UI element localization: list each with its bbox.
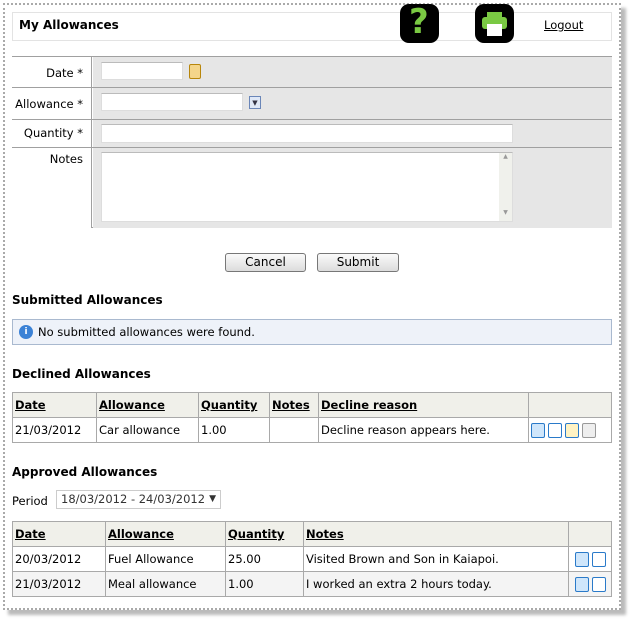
- cell-date: 20/03/2012: [12, 546, 106, 572]
- col-allowance[interactable]: Allowance: [96, 392, 199, 418]
- copy-icon[interactable]: [548, 422, 562, 438]
- info-message-box: i No submitted allowances were found.: [12, 319, 612, 345]
- cell-actions: [568, 546, 612, 572]
- approved-table: Date Allowance Quantity Notes 20/03/2012…: [12, 521, 612, 597]
- cell-actions: [568, 571, 612, 597]
- cell-decline-reason: Decline reason appears here.: [318, 417, 529, 443]
- col-actions: [528, 392, 612, 418]
- col-date[interactable]: Date: [12, 521, 106, 547]
- quantity-label: Quantity *: [12, 120, 92, 147]
- declined-table: Date Allowance Quantity Notes Decline re…: [12, 392, 612, 443]
- period-select[interactable]: 18/03/2012 - 24/03/2012 ▼: [56, 490, 221, 509]
- table-header-row: Date Allowance Quantity Notes Decline re…: [12, 392, 612, 418]
- allowance-form: Date * Allowance * ▼ Quantity * Notes ▲ ▼: [12, 56, 612, 228]
- period-label: Period: [12, 494, 48, 508]
- cell-quantity: 1.00: [225, 571, 304, 597]
- notes-label: Notes: [12, 148, 92, 228]
- notes-scrollbar[interactable]: ▲ ▼: [499, 153, 512, 221]
- delete-trash-icon[interactable]: [582, 422, 596, 438]
- view-icon[interactable]: [531, 422, 545, 438]
- cell-notes: I worked an extra 2 hours today.: [303, 571, 569, 597]
- col-actions: [568, 521, 612, 547]
- submit-button[interactable]: Submit: [317, 253, 399, 272]
- info-icon: i: [19, 325, 33, 339]
- cell-allowance: Car allowance: [96, 417, 199, 443]
- col-quantity[interactable]: Quantity: [198, 392, 270, 418]
- col-allowance[interactable]: Allowance: [105, 521, 226, 547]
- cell-allowance: Fuel Allowance: [105, 546, 226, 572]
- col-quantity[interactable]: Quantity: [225, 521, 304, 547]
- table-row: 21/03/2012 Car allowance 1.00 Decline re…: [12, 417, 612, 443]
- copy-icon[interactable]: [592, 576, 606, 592]
- cell-notes: Visited Brown and Son in Kaiapoi.: [303, 546, 569, 572]
- col-notes[interactable]: Notes: [303, 521, 569, 547]
- printer-icon[interactable]: [475, 4, 514, 43]
- view-icon[interactable]: [575, 576, 589, 592]
- col-date[interactable]: Date: [12, 392, 97, 418]
- cell-quantity: 25.00: [225, 546, 304, 572]
- cancel-button[interactable]: Cancel: [225, 253, 306, 272]
- calendar-icon[interactable]: [189, 64, 201, 79]
- help-question-icon[interactable]: ?: [400, 2, 439, 43]
- page-title: My Allowances: [19, 18, 119, 32]
- copy-icon[interactable]: [592, 551, 606, 567]
- cell-actions: [528, 417, 612, 443]
- table-row: 21/03/2012 Meal allowance 1.00 I worked …: [12, 571, 612, 597]
- table-row: 20/03/2012 Fuel Allowance 25.00 Visited …: [12, 546, 612, 572]
- allowance-label: Allowance *: [12, 88, 92, 119]
- dropdown-arrow-icon[interactable]: ▼: [249, 96, 261, 109]
- info-message: No submitted allowances were found.: [38, 325, 255, 339]
- submitted-heading: Submitted Allowances: [12, 293, 163, 307]
- col-decline-reason[interactable]: Decline reason: [318, 392, 529, 418]
- allowance-select[interactable]: [101, 93, 243, 111]
- date-input[interactable]: [101, 62, 183, 80]
- date-label: Date *: [12, 57, 92, 87]
- cell-date: 21/03/2012: [12, 417, 97, 443]
- approved-heading: Approved Allowances: [12, 465, 158, 479]
- cell-quantity: 1.00: [198, 417, 270, 443]
- table-header-row: Date Allowance Quantity Notes: [12, 521, 612, 547]
- cell-allowance: Meal allowance: [105, 571, 226, 597]
- quantity-input[interactable]: [101, 124, 513, 143]
- logout-link[interactable]: Logout: [544, 18, 583, 32]
- col-notes[interactable]: Notes: [269, 392, 319, 418]
- cell-notes: [269, 417, 319, 443]
- cell-date: 21/03/2012: [12, 571, 106, 597]
- view-icon[interactable]: [575, 551, 589, 567]
- notes-textarea[interactable]: [101, 152, 513, 222]
- declined-heading: Declined Allowances: [12, 367, 151, 381]
- period-value: 18/03/2012 - 24/03/2012: [61, 492, 206, 506]
- chevron-down-icon: ▼: [209, 494, 216, 504]
- edit-icon[interactable]: [565, 422, 579, 438]
